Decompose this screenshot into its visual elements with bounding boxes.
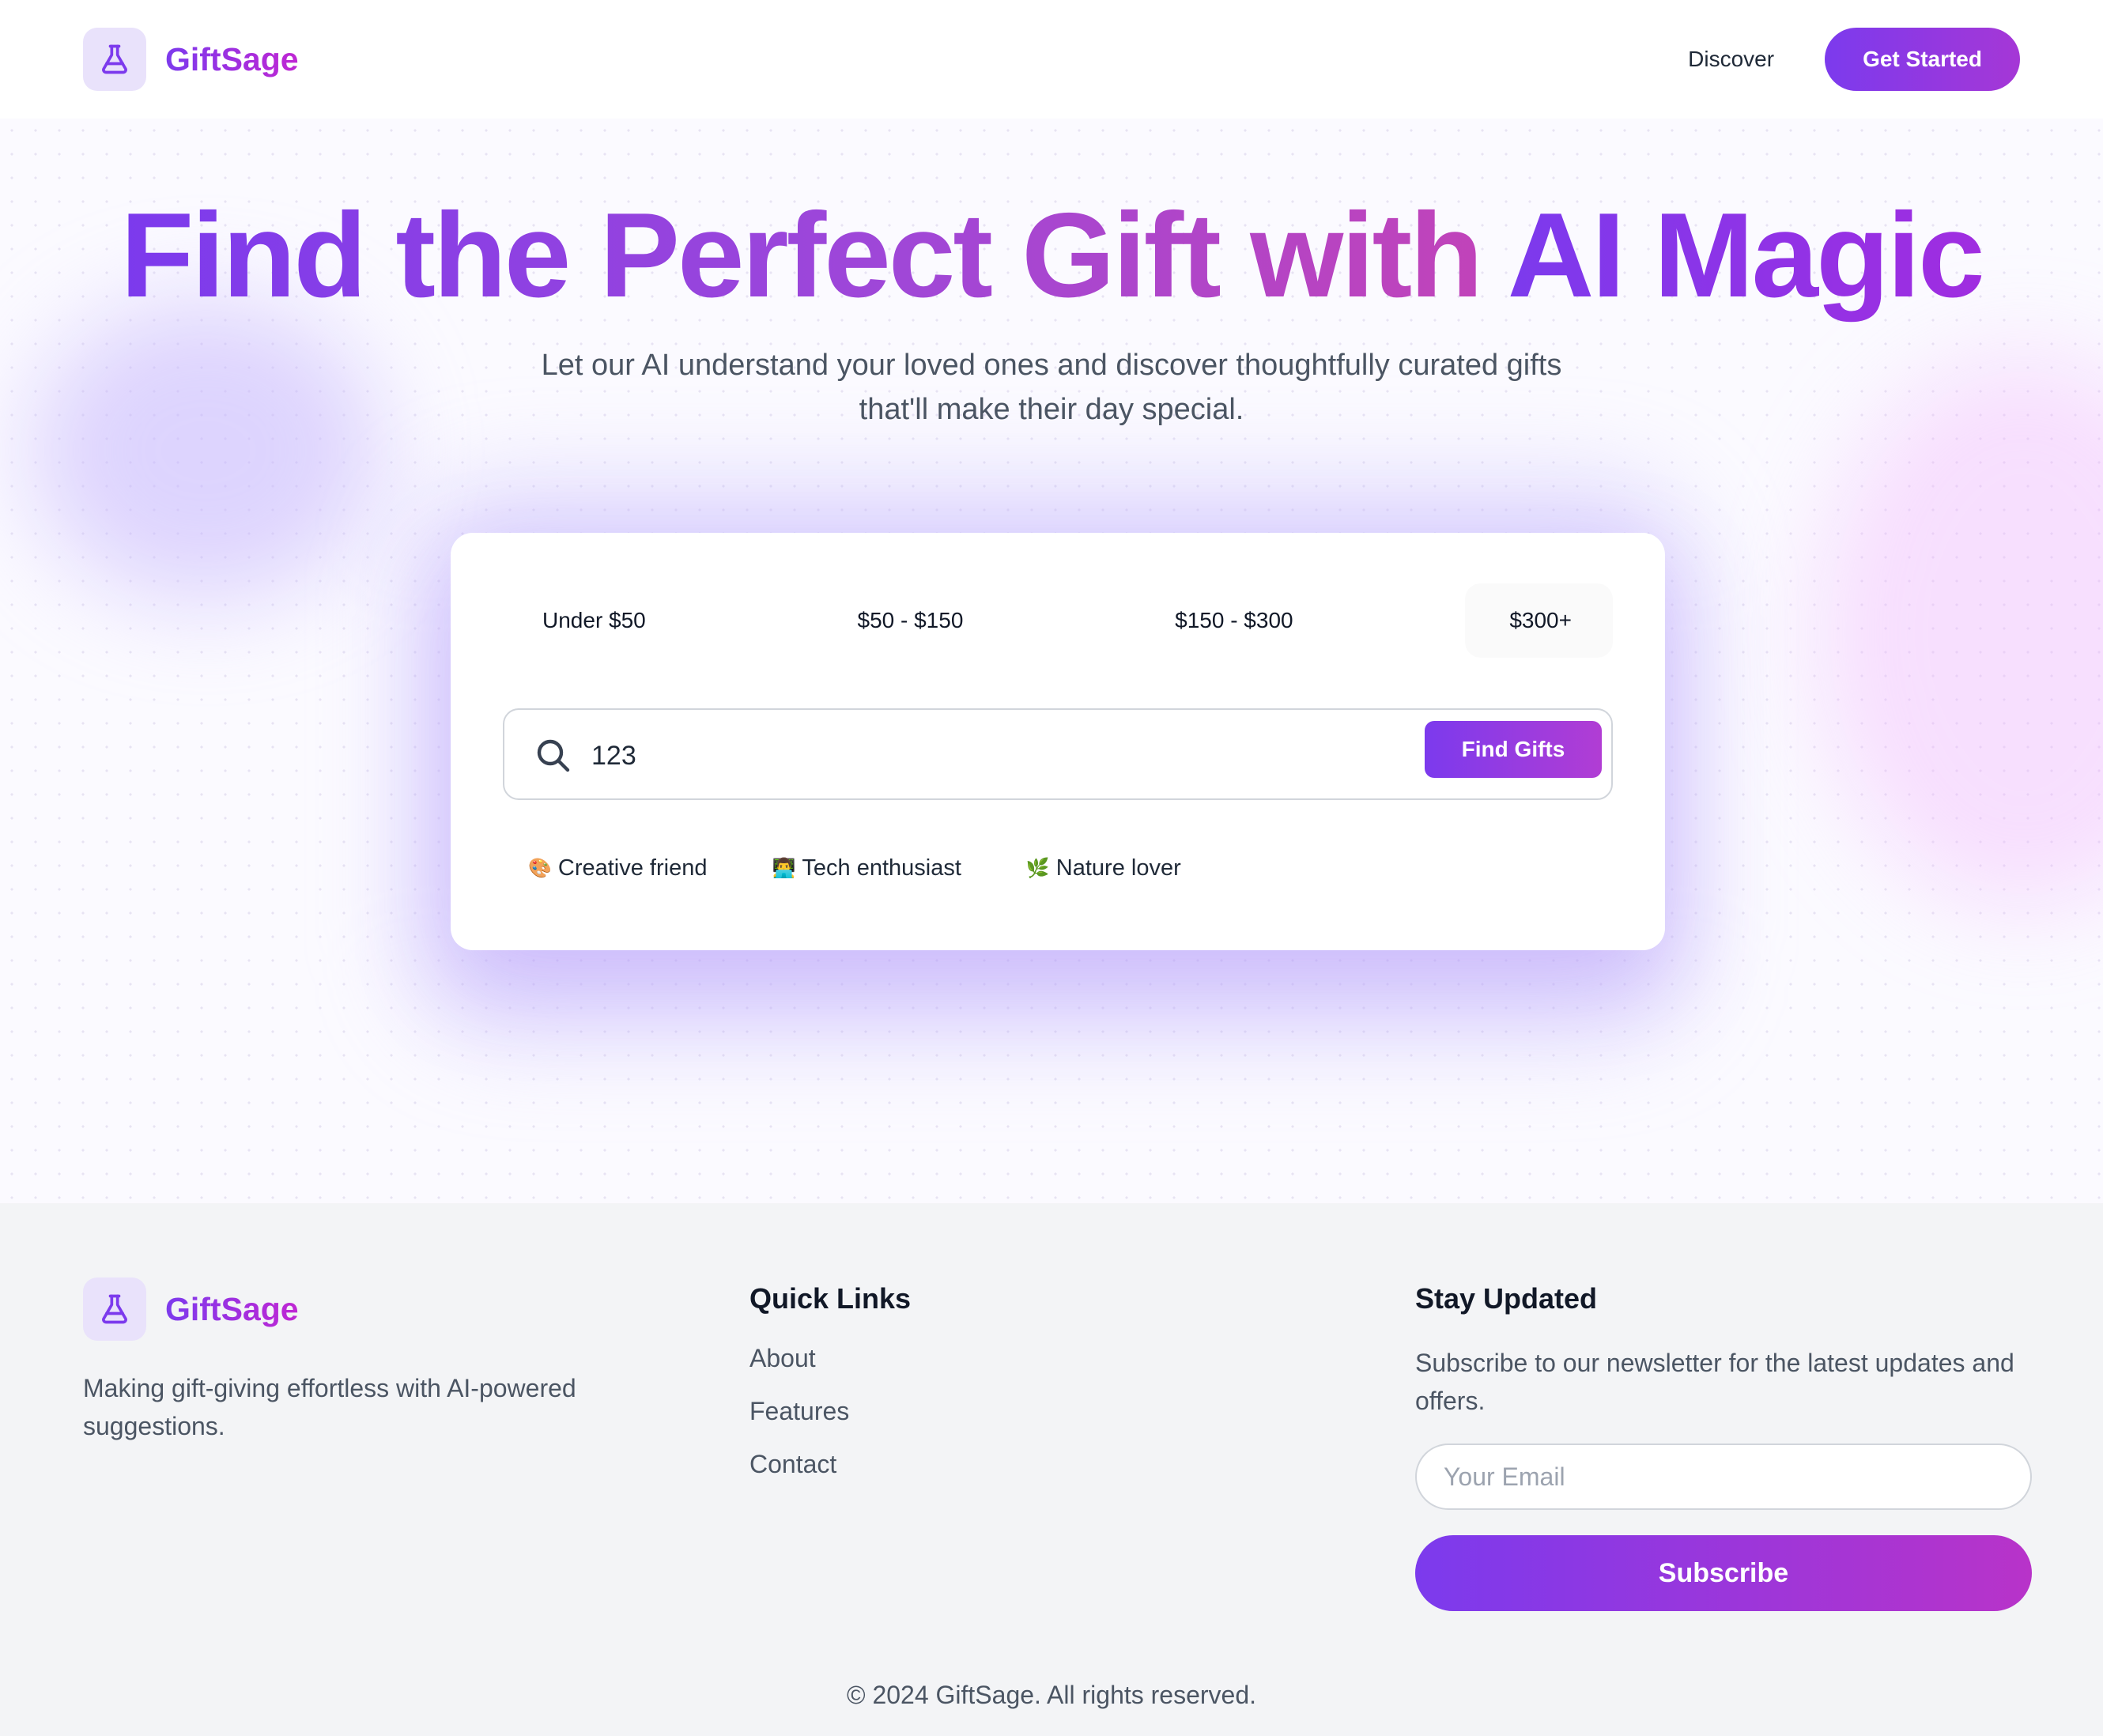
search-icon [537, 739, 570, 772]
newsletter-text: Subscribe to our newsletter for the late… [1415, 1349, 2014, 1415]
suggestion-chips: 🎨 Creative friend 👨‍💻 Tech enthusiast 🌿 … [528, 855, 1181, 881]
hero-title-part1: Find the Perfect Gift with [120, 188, 1508, 323]
technologist-icon: 👨‍💻 [772, 858, 796, 879]
palette-icon: 🎨 [528, 858, 552, 879]
hero-title: Find the Perfect Gift with AI Magic [0, 188, 2103, 323]
budget-option-50-150[interactable]: $50 - $150 [818, 583, 1003, 658]
chip-label: Creative friend [557, 855, 708, 881]
site-footer: GiftSage Making gift-giving effortless w… [0, 1203, 2103, 1736]
newsletter-column: Stay Updated Subscribe to our newsletter… [1415, 1282, 2032, 1611]
herb-icon: 🌿 [1025, 858, 1050, 879]
page: GiftSage Discover Get Started Find the P… [0, 0, 2103, 1736]
suggestion-chip-tech-enthusiast[interactable]: 👨‍💻 Tech enthusiast [772, 855, 961, 881]
footer-brand[interactable]: GiftSage [83, 1277, 299, 1341]
site-header: GiftSage Discover Get Started [0, 0, 2103, 119]
get-started-button[interactable]: Get Started [1825, 28, 2020, 91]
chip-label: Tech enthusiast [802, 855, 961, 881]
logo-badge [83, 1277, 146, 1341]
logo-badge [83, 28, 146, 91]
brand-logo-link[interactable]: GiftSage [83, 28, 299, 91]
gift-search-input[interactable] [591, 732, 1382, 779]
footer-link-features[interactable]: Features [749, 1397, 911, 1426]
hero-section: Find the Perfect Gift with AI Magic Let … [0, 119, 2103, 1203]
decorative-blob [32, 300, 379, 601]
find-gifts-button[interactable]: Find Gifts [1425, 721, 1602, 778]
nav-discover[interactable]: Discover [1688, 47, 1774, 72]
hero-subtitle: Let our AI understand your loved ones an… [541, 349, 1562, 426]
footer-brand-name: GiftSage [165, 1290, 299, 1327]
flask-icon [102, 1294, 127, 1324]
subscribe-button[interactable]: Subscribe [1415, 1535, 2032, 1611]
gift-search-box: Find Gifts [503, 708, 1613, 800]
flask-icon [102, 44, 127, 74]
suggestion-chip-nature-lover[interactable]: 🌿 Nature lover [1026, 855, 1181, 881]
budget-option-under-50[interactable]: Under $50 [503, 583, 685, 658]
chip-label: Nature lover [1055, 855, 1181, 881]
decorative-blob [1818, 356, 2103, 909]
quick-links-heading: Quick Links [749, 1282, 912, 1315]
suggestion-chip-creative-friend[interactable]: 🎨 Creative friend [528, 855, 707, 881]
main-nav: Discover Get Started [1688, 28, 2020, 91]
newsletter-heading: Stay Updated [1415, 1282, 1598, 1315]
brand-name: GiftSage [165, 40, 299, 77]
budget-option-150-300[interactable]: $150 - $300 [1135, 583, 1332, 658]
budget-options: Under $50 $50 - $150 $150 - $300 $300+ [503, 583, 1613, 658]
copyright-text: © 2024 GiftSage. All rights reserved. [846, 1681, 1257, 1709]
budget-option-300-plus[interactable]: $300+ [1465, 583, 1613, 658]
quick-links-list: About Features Contact [749, 1344, 911, 1479]
footer-link-contact[interactable]: Contact [749, 1450, 911, 1479]
footer-description: Making gift-giving effortless with AI-po… [83, 1374, 576, 1440]
hero-title-part2: AI Magic [1507, 188, 1985, 323]
footer-link-about[interactable]: About [749, 1344, 911, 1373]
quick-links-column: Quick Links About Features Contact [749, 1282, 911, 1479]
newsletter-email-input[interactable] [1415, 1444, 2032, 1510]
gift-search-card: Under $50 $50 - $150 $150 - $300 $300+ F… [451, 533, 1665, 950]
